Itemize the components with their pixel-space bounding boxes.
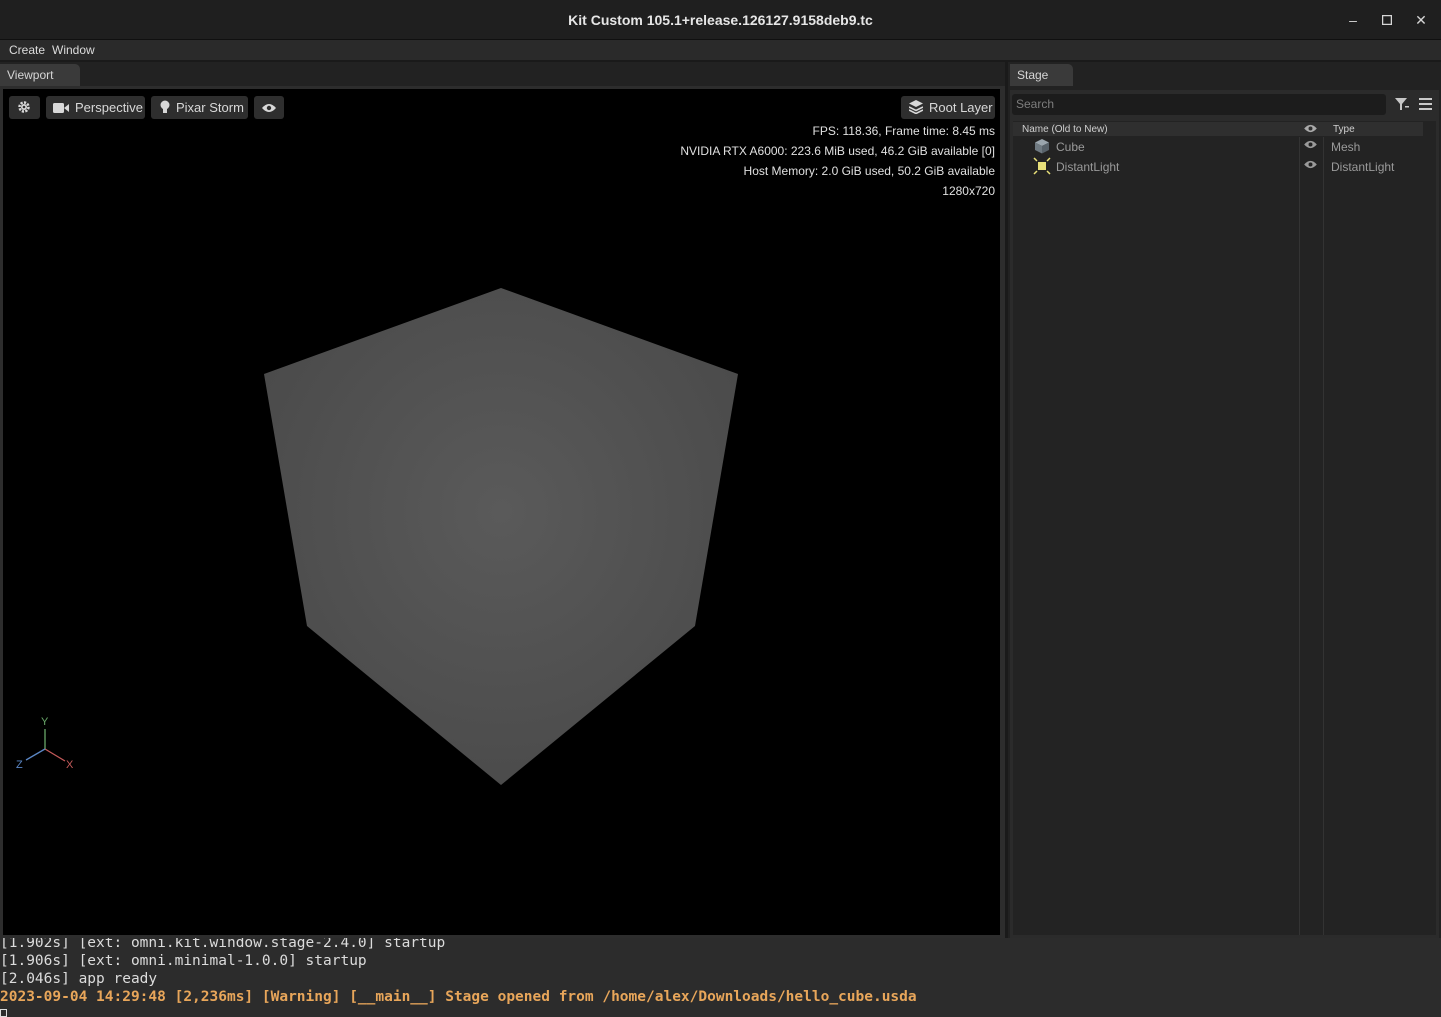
column-name-header[interactable]: Name (Old to New) (1022, 124, 1108, 135)
close-icon[interactable]: ✕ (1411, 10, 1431, 30)
maximize-icon[interactable] (1377, 10, 1397, 30)
prim-type: DistantLight (1331, 160, 1395, 174)
distant-light-icon (1033, 157, 1051, 175)
eye-icon[interactable] (1304, 160, 1317, 169)
menu-window[interactable]: Window (52, 43, 95, 57)
column-divider (1323, 137, 1324, 935)
eye-icon[interactable] (1304, 124, 1317, 133)
column-type-header[interactable]: Type (1333, 124, 1355, 135)
console-line: [1.902s] [ext: omni.kit.window.stage-2.4… (0, 938, 446, 951)
viewport-canvas[interactable]: Perspective Pixar Storm Root Layer FPS: … (3, 89, 1000, 935)
viewport-tabstrip: Viewport (0, 62, 1005, 86)
filter-icon[interactable] (1395, 97, 1409, 111)
stage-search-input[interactable] (1016, 94, 1386, 115)
terminal-console: [1.902s] [ext: omni.kit.window.stage-2.4… (0, 938, 1441, 1017)
eye-icon[interactable] (1304, 140, 1317, 149)
column-divider (1299, 137, 1300, 935)
stage-search-field[interactable] (1012, 94, 1386, 115)
window-title: Kit Custom 105.1+release.126127.9158deb9… (568, 12, 873, 28)
menu-create[interactable]: Create (9, 43, 45, 57)
tab-viewport[interactable]: Viewport (0, 64, 80, 86)
menu-options-icon[interactable] (1419, 98, 1432, 110)
axis-y-label: Y (41, 716, 49, 728)
cube-render (264, 288, 738, 785)
prim-name: DistantLight (1056, 160, 1120, 174)
terminal-cursor (0, 1009, 7, 1017)
axis-gizmo: Y X Z (13, 711, 83, 771)
tab-stage[interactable]: Stage (1010, 64, 1073, 86)
stage-tree-header: Name (Old to New) Type (1013, 122, 1423, 136)
mesh-cube-icon (1035, 139, 1049, 154)
console-warning-line: 2023-09-04 14:29:48 [2,236ms] [Warning] … (0, 989, 917, 1005)
prim-name: Cube (1056, 140, 1085, 154)
minimize-icon[interactable]: – (1343, 10, 1363, 30)
title-bar: Kit Custom 105.1+release.126127.9158deb9… (0, 0, 1441, 40)
axis-z-label: Z (16, 759, 23, 771)
axis-x-label: X (66, 759, 74, 771)
console-line: [2.046s] app ready (0, 971, 158, 987)
console-line: [1.906s] [ext: omni.minimal-1.0.0] start… (0, 953, 367, 969)
stage-row-cube[interactable]: Cube Mesh (1013, 136, 1436, 156)
menu-bar: Create Window (0, 40, 1441, 60)
stage-tree: Name (Old to New) Type Cube Mesh Distant (1013, 121, 1436, 935)
stage-row-distantlight[interactable]: DistantLight DistantLight (1013, 156, 1436, 176)
prim-type: Mesh (1331, 140, 1361, 154)
